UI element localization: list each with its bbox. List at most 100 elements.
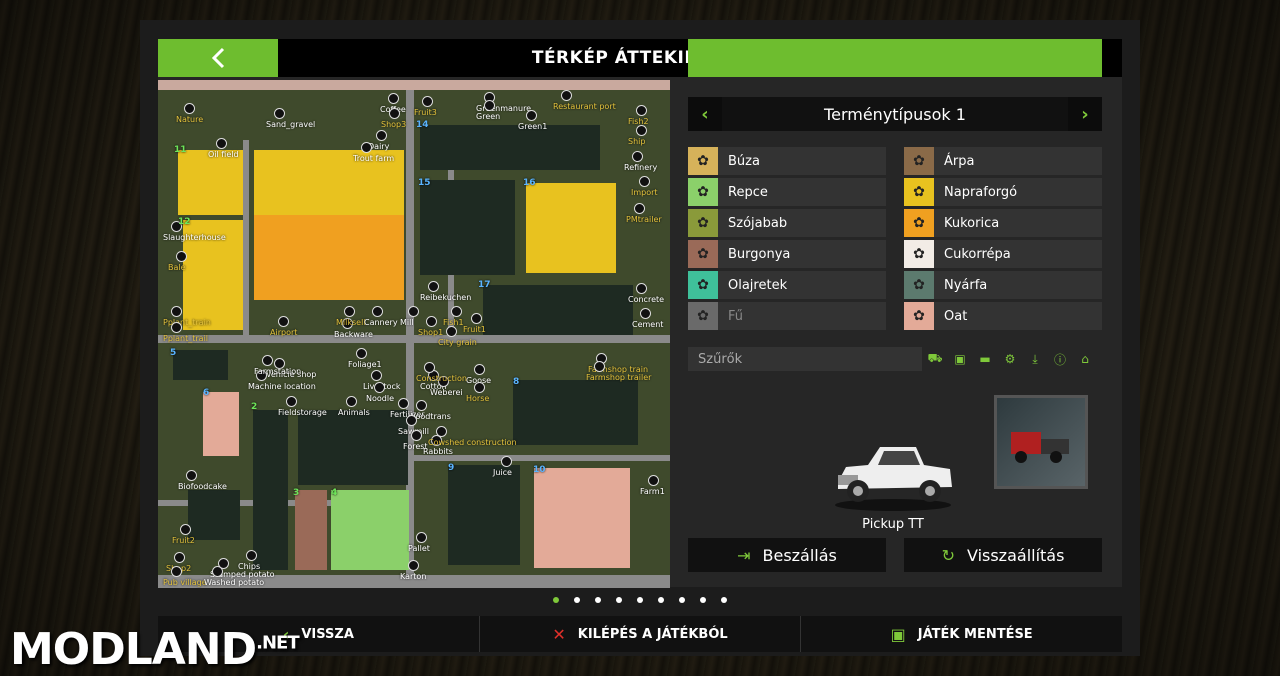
map-marker-icon[interactable] xyxy=(474,382,485,393)
map-marker-icon[interactable] xyxy=(408,560,419,571)
map-marker-icon[interactable] xyxy=(406,415,417,426)
map-marker-icon[interactable] xyxy=(344,306,355,317)
map-marker-icon[interactable] xyxy=(526,110,537,121)
pagination-dot[interactable] xyxy=(637,597,643,603)
map-marker-icon[interactable] xyxy=(416,400,427,411)
trailer-icon[interactable]: ▬ xyxy=(974,347,996,371)
map-marker-icon[interactable] xyxy=(388,93,399,104)
map-marker-icon[interactable] xyxy=(389,108,400,119)
prev-page-button[interactable] xyxy=(158,39,278,77)
legend-item[interactable]: ✿ Cukorrépa xyxy=(904,240,1102,268)
legend-item[interactable]: ✿ Burgonya xyxy=(688,240,886,268)
map-marker-icon[interactable] xyxy=(274,108,285,119)
map-marker-icon[interactable] xyxy=(416,532,427,543)
map-marker-icon[interactable] xyxy=(246,550,257,561)
legend-item[interactable]: ✿ Nyárfa xyxy=(904,271,1102,299)
map-marker-icon[interactable] xyxy=(186,470,197,481)
map-marker-icon[interactable] xyxy=(636,283,647,294)
map-marker-icon[interactable] xyxy=(594,361,605,372)
pagination-dot[interactable] xyxy=(658,597,664,603)
map-marker-icon[interactable] xyxy=(376,130,387,141)
harvester-icon[interactable]: ▣ xyxy=(949,347,971,371)
header-bar: TÉRKÉP ÁTTEKINTÉSE xyxy=(158,39,1122,549)
potato-icon: ✿ xyxy=(688,240,718,268)
map-location-label: Sand_gravel xyxy=(266,120,316,129)
map-marker-icon[interactable] xyxy=(640,308,651,319)
legend-item[interactable]: ✿ Napraforgó xyxy=(904,178,1102,206)
map-marker-icon[interactable] xyxy=(361,142,372,153)
map-marker-icon[interactable] xyxy=(398,398,409,409)
legend-item[interactable]: ✿ Fű xyxy=(688,302,886,330)
map-marker-icon[interactable] xyxy=(501,456,512,467)
map-marker-icon[interactable] xyxy=(286,396,297,407)
map-marker-icon[interactable] xyxy=(636,125,647,136)
content-area: NatureSand_gravelCoffeeFruit3Greenmanure… xyxy=(158,77,1122,588)
pagination-dot[interactable] xyxy=(679,597,685,603)
fruit-next-button[interactable]: › xyxy=(1068,97,1102,131)
map-marker-icon[interactable] xyxy=(471,313,482,324)
reset-vehicle-button[interactable]: ↻ Visszaállítás xyxy=(904,538,1102,572)
fruit-prev-button[interactable]: ‹ xyxy=(688,97,722,131)
pagination-dot[interactable] xyxy=(595,597,601,603)
legend-item[interactable]: ✿ Szójabab xyxy=(688,209,886,237)
legend-item[interactable]: ✿ Olajretek xyxy=(688,271,886,299)
map-marker-icon[interactable] xyxy=(372,306,383,317)
map-marker-icon[interactable] xyxy=(180,524,191,535)
enter-vehicle-button[interactable]: ⇥ Beszállás xyxy=(688,538,886,572)
map-marker-icon[interactable] xyxy=(632,151,643,162)
pagination-dot[interactable] xyxy=(553,597,559,603)
map-location-label: PMtrailer xyxy=(626,215,662,224)
save-game-button[interactable]: ▣ JÁTÉK MENTÉSE xyxy=(801,616,1122,652)
map-marker-icon[interactable] xyxy=(436,426,447,437)
map-marker-icon[interactable] xyxy=(371,370,382,381)
map-marker-icon[interactable] xyxy=(174,552,185,563)
ingame-map[interactable]: NatureSand_gravelCoffeeFruit3Greenmanure… xyxy=(158,80,670,588)
vehicle-thumbnail[interactable] xyxy=(994,395,1088,489)
sell-point-icon[interactable]: ⤓ xyxy=(1024,347,1046,371)
map-marker-icon[interactable] xyxy=(216,138,227,149)
quit-game-button[interactable]: ✕ KILÉPÉS A JÁTÉKBÓL xyxy=(480,616,802,652)
warning-icon[interactable]: ⓘ xyxy=(1049,347,1071,371)
legend-item[interactable]: ✿ Kukorica xyxy=(904,209,1102,237)
pagination-dot[interactable] xyxy=(574,597,580,603)
map-marker-icon[interactable] xyxy=(426,316,437,327)
legend-item-label: Búza xyxy=(728,153,760,169)
map-marker-icon[interactable] xyxy=(356,348,367,359)
map-marker-icon[interactable] xyxy=(171,566,182,577)
map-marker-icon[interactable] xyxy=(639,176,650,187)
legend-item[interactable]: ✿ Árpa xyxy=(904,147,1102,175)
map-marker-icon[interactable] xyxy=(634,203,645,214)
grass-icon: ✿ xyxy=(688,302,718,330)
home-icon[interactable]: ⌂ xyxy=(1074,347,1096,371)
map-marker-icon[interactable] xyxy=(171,322,182,333)
map-marker-icon[interactable] xyxy=(474,364,485,375)
map-marker-icon[interactable] xyxy=(346,396,357,407)
map-marker-icon[interactable] xyxy=(171,306,182,317)
map-marker-icon[interactable] xyxy=(422,96,433,107)
pagination-dot[interactable] xyxy=(616,597,622,603)
map-marker-icon[interactable] xyxy=(176,251,187,262)
map-marker-icon[interactable] xyxy=(408,306,419,317)
map-marker-icon[interactable] xyxy=(636,105,647,116)
map-marker-icon[interactable] xyxy=(262,355,273,366)
map-marker-icon[interactable] xyxy=(278,316,289,327)
pagination-dot[interactable] xyxy=(700,597,706,603)
tool-icon[interactable]: ⚙ xyxy=(999,347,1021,371)
pagination-dot[interactable] xyxy=(721,597,727,603)
map-marker-icon[interactable] xyxy=(411,430,422,441)
legend-item[interactable]: ✿ Búza xyxy=(688,147,886,175)
map-marker-icon[interactable] xyxy=(446,326,457,337)
map-marker-icon[interactable] xyxy=(561,90,572,101)
map-marker-icon[interactable] xyxy=(428,281,439,292)
map-location-label: Ship xyxy=(628,137,646,146)
legend-item[interactable]: ✿ Oat xyxy=(904,302,1102,330)
tractor-icon[interactable]: ⛟ xyxy=(924,347,946,371)
map-marker-icon[interactable] xyxy=(648,475,659,486)
map-marker-icon[interactable] xyxy=(374,382,385,393)
map-marker-icon[interactable] xyxy=(424,362,435,373)
map-marker-icon[interactable] xyxy=(451,306,462,317)
map-marker-icon[interactable] xyxy=(484,100,495,111)
map-marker-icon[interactable] xyxy=(212,566,223,577)
map-marker-icon[interactable] xyxy=(184,103,195,114)
legend-item[interactable]: ✿ Repce xyxy=(688,178,886,206)
